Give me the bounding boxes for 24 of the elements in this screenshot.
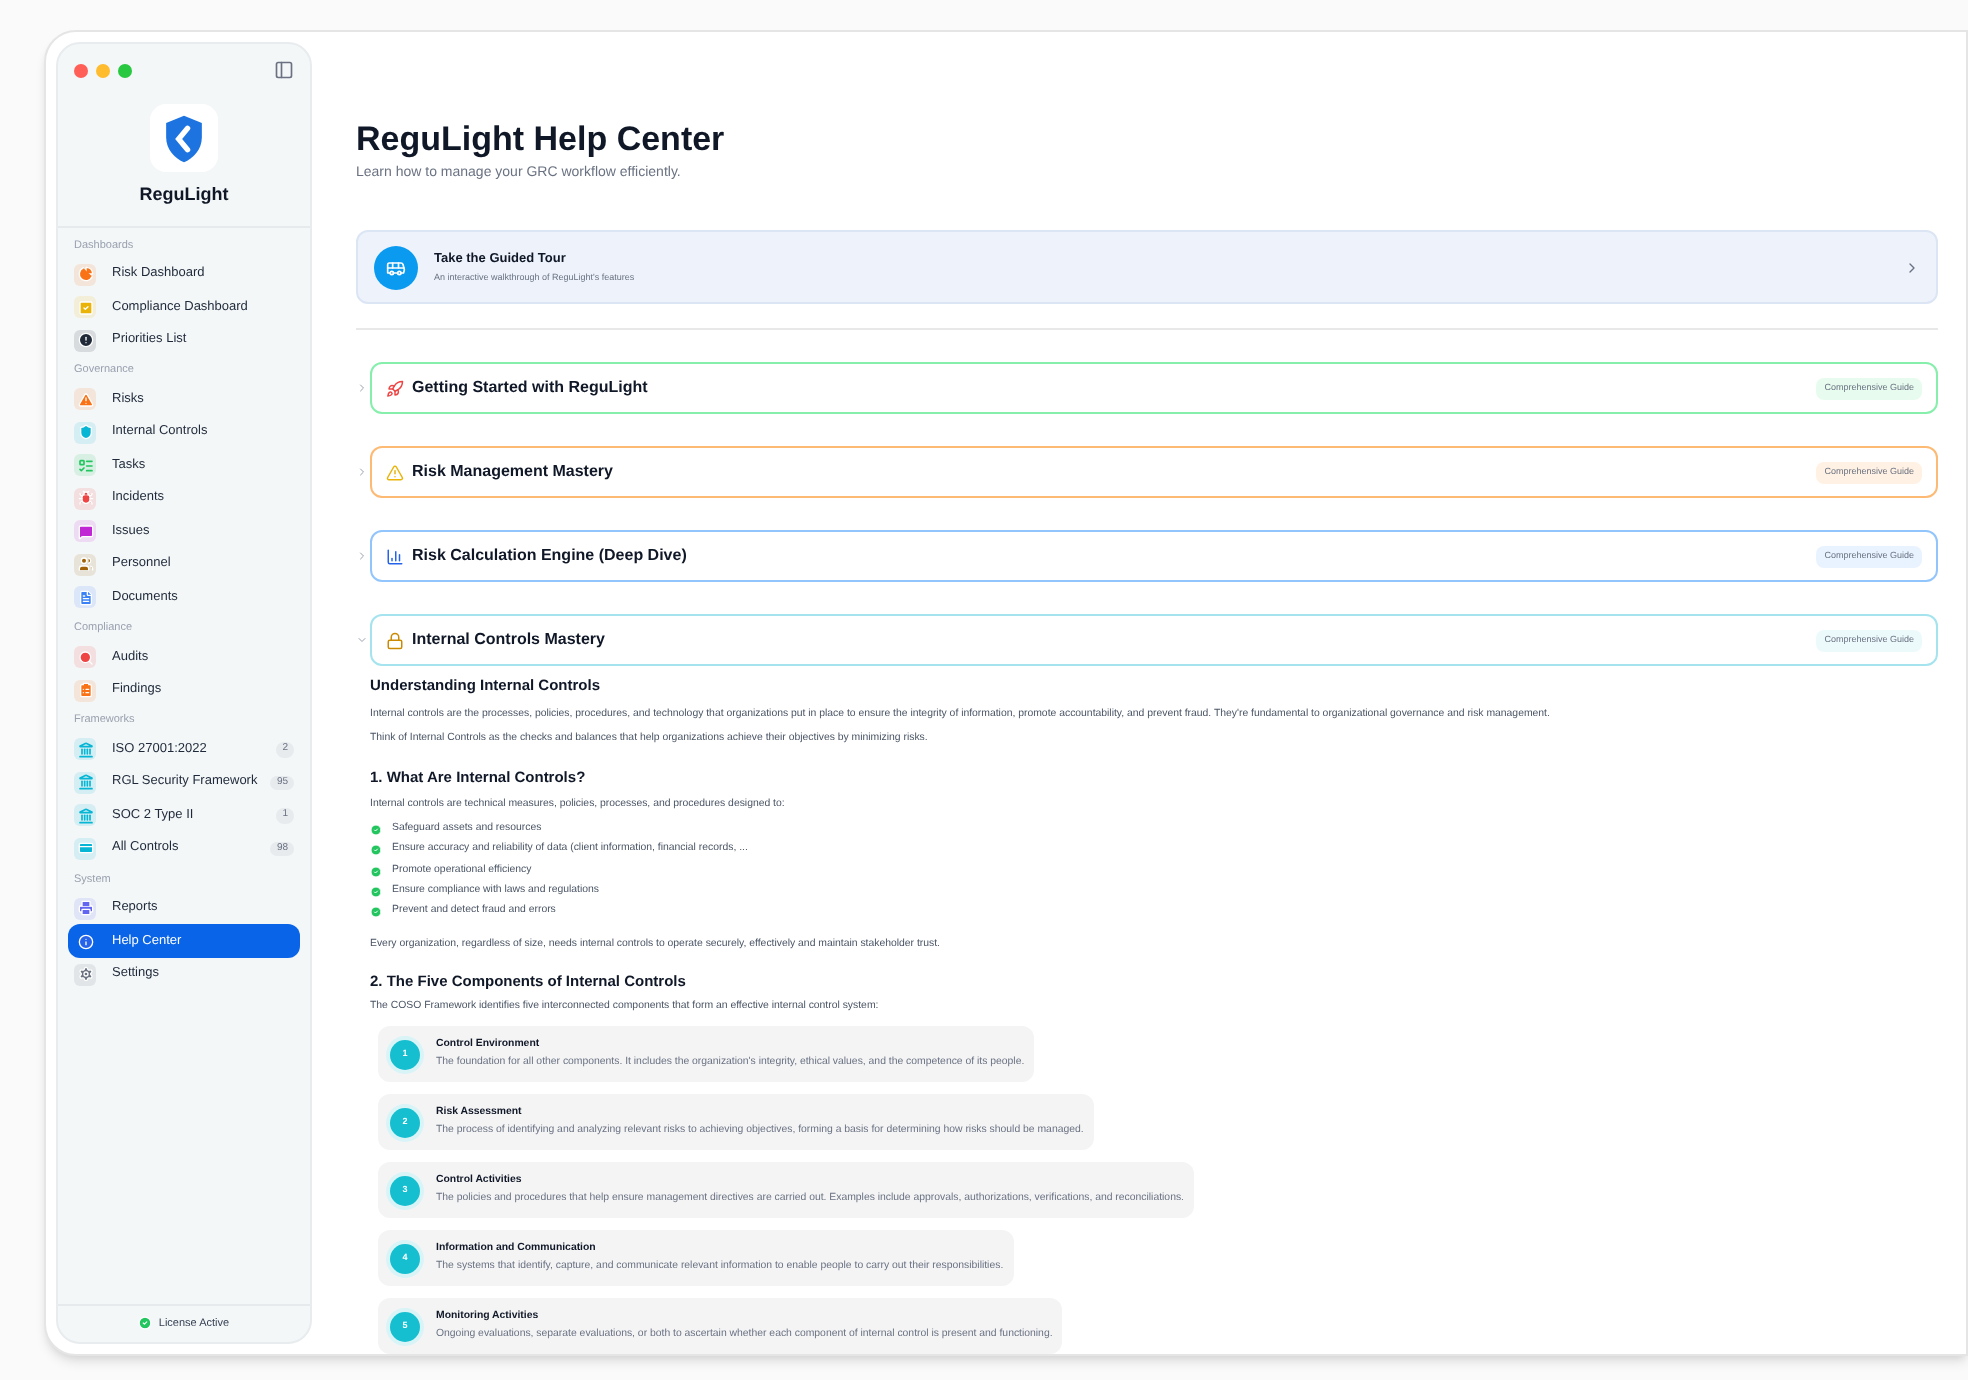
check-icon (370, 865, 382, 878)
rocket-icon (386, 379, 404, 398)
check-icon (370, 824, 382, 837)
shield-logo-icon (162, 113, 206, 163)
sidebar-toggle-icon[interactable] (274, 60, 294, 80)
warning-icon (386, 463, 404, 482)
check-icon (370, 844, 382, 857)
check-icon (370, 906, 382, 919)
chevron-right-icon[interactable] (356, 466, 368, 479)
check-icon (370, 885, 382, 898)
check-icon (138, 1316, 153, 1331)
bar-chart-icon (386, 547, 404, 566)
chevron-down-icon[interactable] (356, 634, 368, 647)
guide-title: Internal Controls Mastery (412, 628, 605, 653)
lock-icon (386, 631, 404, 650)
chevron-right-icon[interactable] (356, 550, 368, 563)
page-title: ReguLight Help Center (356, 118, 725, 161)
guide-title: Risk Calculation Engine (Deep Dive) (412, 544, 687, 569)
app-name: ReguLight (139, 182, 229, 208)
chevron-right-icon (1904, 259, 1920, 276)
chevron-right-icon[interactable] (356, 382, 368, 395)
guide-title: Risk Management Mastery (412, 460, 613, 485)
bus-icon (386, 257, 406, 278)
guide-title: Getting Started with ReguLight (412, 376, 648, 401)
